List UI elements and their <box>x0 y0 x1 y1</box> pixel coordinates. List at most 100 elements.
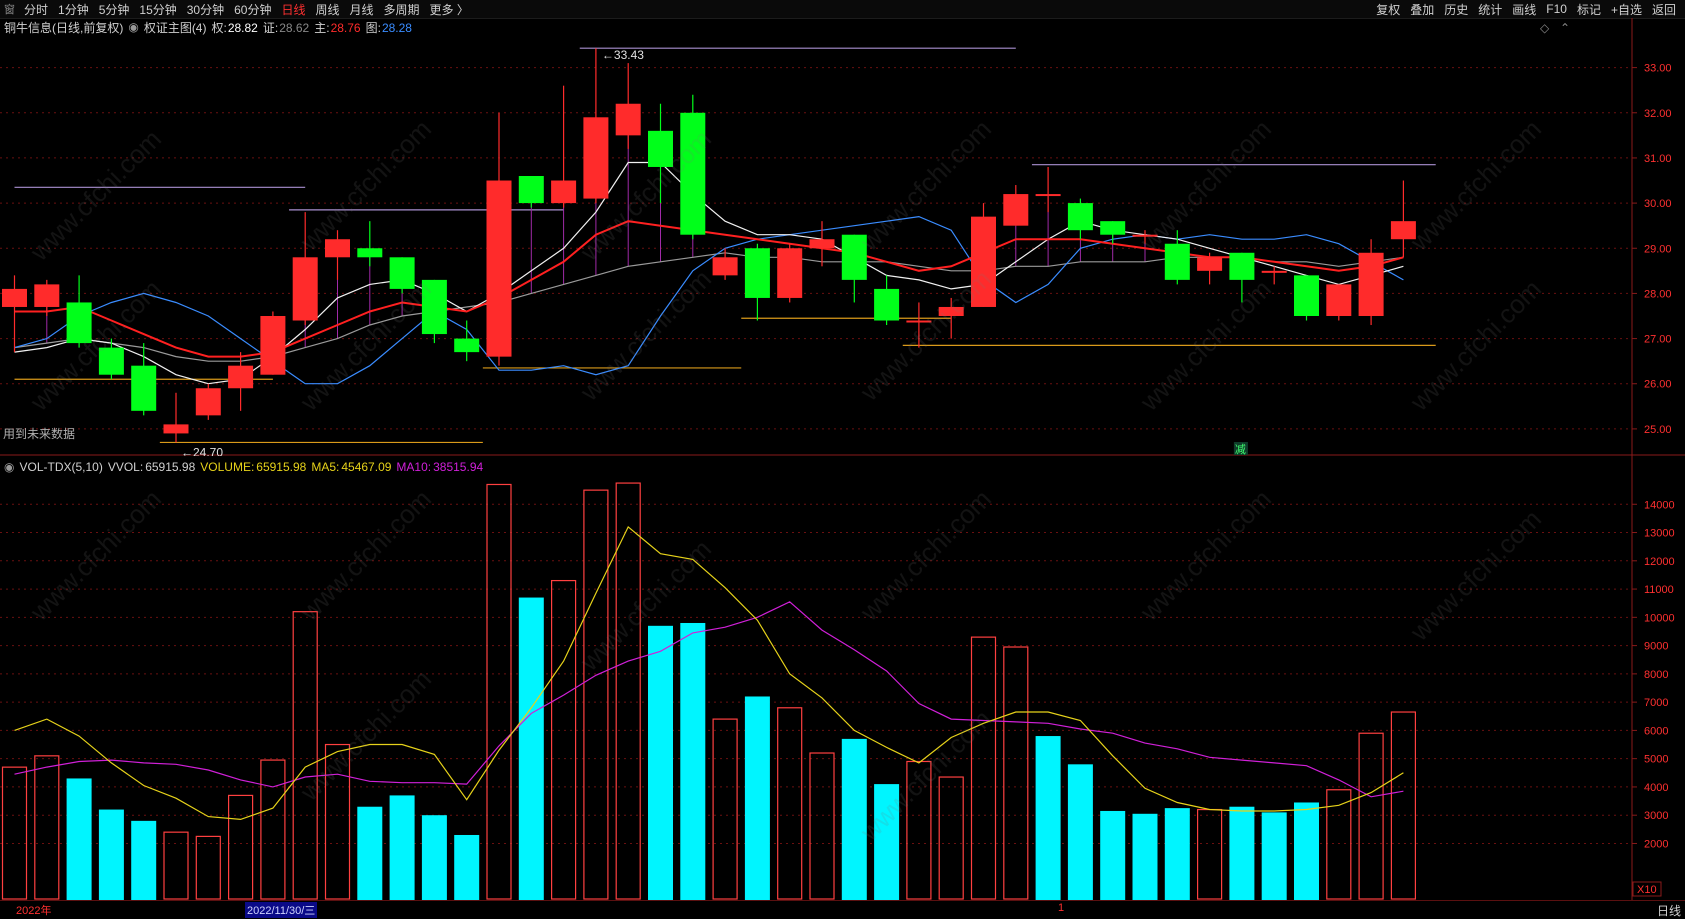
candle-body <box>357 248 383 258</box>
volume-bar <box>1003 646 1029 900</box>
volume-tick-label: 14000 <box>1644 499 1675 511</box>
price-tick-label: 30.00 <box>1644 198 1672 210</box>
candle-body <box>777 248 803 298</box>
candlestick-chart[interactable]: 33.00 32.00 31.00 30.00 29.00 28.00 27.00 26.00… <box>0 18 1685 456</box>
volume-tick-label: 10000 <box>1644 612 1675 624</box>
volume-bar <box>970 636 997 900</box>
period-tab[interactable]: 更多 〉 <box>425 1 474 18</box>
candle-body <box>1003 194 1029 226</box>
volume-bar <box>1067 764 1093 900</box>
volume-tick-label: 4000 <box>1644 782 1668 794</box>
candle-body <box>744 248 770 298</box>
candle-body <box>1390 221 1416 240</box>
candle-body <box>131 365 157 411</box>
toolbar-button[interactable]: 统计 <box>1473 1 1507 18</box>
volume-bar <box>680 622 706 900</box>
period-tab[interactable]: 5分钟 <box>94 1 135 18</box>
candle-body <box>2 288 27 307</box>
volume-tick-label: 12000 <box>1644 556 1675 568</box>
candle-body <box>228 365 254 389</box>
candle-body <box>874 288 900 321</box>
period-tab[interactable]: 日线 <box>276 1 310 18</box>
price-tick-label: 26.00 <box>1644 379 1672 391</box>
candle-body <box>454 338 480 353</box>
candle-body <box>712 257 738 276</box>
candle-body <box>163 424 189 434</box>
volume-bar <box>454 834 480 900</box>
low-price-marker: ←24.70 <box>181 445 223 456</box>
volume-bar <box>1261 812 1287 900</box>
candle-body <box>971 216 996 307</box>
price-tick-label: 31.00 <box>1644 153 1672 165</box>
candle-body <box>615 103 641 136</box>
volume-bar <box>874 784 900 900</box>
toolbar-button[interactable]: F10 <box>1541 2 1572 16</box>
volume-bar <box>1390 711 1417 900</box>
candle-body <box>518 176 544 204</box>
period-tab[interactable]: 30分钟 <box>182 1 229 18</box>
period-tab[interactable]: 1分钟 <box>53 1 94 18</box>
signal-text: 减 <box>1235 443 1246 456</box>
volume-bar <box>518 597 544 900</box>
volume-tick-label: 6000 <box>1644 725 1668 737</box>
volume-bar <box>389 795 415 900</box>
toolbar-button[interactable]: +自选 <box>1606 1 1647 18</box>
volume-bar <box>292 611 318 900</box>
period-tab[interactable]: 15分钟 <box>134 1 181 18</box>
toolbar-button[interactable]: 画线 <box>1507 1 1541 18</box>
volume-bar <box>195 835 221 900</box>
period-tab[interactable]: 周线 <box>310 1 344 18</box>
volume-bar <box>1196 808 1223 900</box>
candle-body <box>1067 203 1093 231</box>
toolbar-button[interactable]: 历史 <box>1439 1 1473 18</box>
volume-bar <box>1100 810 1126 900</box>
period-tab[interactable]: 分时 <box>19 1 53 18</box>
candle-body <box>389 257 415 289</box>
volume-ma10-line <box>14 601 1404 798</box>
candle-body <box>809 239 835 249</box>
time-axis-mark: 1 <box>1058 902 1065 914</box>
candle-body <box>1164 243 1190 280</box>
volume-bar <box>1294 802 1319 900</box>
volume-bar <box>841 738 867 900</box>
volume-bar <box>228 794 254 900</box>
candle-body <box>1261 270 1287 273</box>
volume-bar <box>486 483 512 900</box>
period-tab[interactable]: 月线 <box>345 1 379 18</box>
candle-body <box>841 234 867 280</box>
candle-body <box>486 180 512 357</box>
volume-bar <box>98 809 124 900</box>
candle-body <box>1358 252 1384 316</box>
volume-bar <box>34 755 60 900</box>
toolbar-right-buttons: 复权 叠加 历史 统计 画线 F10 标记 +自选 返回 <box>1371 0 1681 18</box>
candle-body <box>34 284 60 307</box>
volume-bar <box>357 806 383 900</box>
volume-chart[interactable]: 14000 13000 12000 11000 10000 9000 8000 7000 600… <box>0 456 1685 900</box>
period-tab[interactable]: 60分钟 <box>229 1 276 18</box>
volume-bar <box>777 707 803 900</box>
system-menu-icon[interactable]: 窗 <box>0 1 19 17</box>
candle-body <box>98 347 124 375</box>
period-indicator[interactable]: 日线 <box>1657 902 1681 919</box>
candle-body <box>1294 275 1319 316</box>
time-axis: 2022年 2022/11/30/三 1 日线 <box>0 900 1685 919</box>
toolbar-button[interactable]: 复权 <box>1371 1 1405 18</box>
candle-body <box>648 130 673 167</box>
toolbar-button[interactable]: 标记 <box>1572 1 1606 18</box>
toolbar-button[interactable]: 返回 <box>1647 1 1681 18</box>
candle-body <box>260 316 286 375</box>
volume-tick-label: 11000 <box>1644 584 1674 596</box>
future-data-note: 用到未来数据 <box>3 426 75 441</box>
volume-bar <box>131 820 157 900</box>
period-toolbar: 窗 分时 1分钟 5分钟 15分钟 30分钟 60分钟 日线 周线 月线 多周期 更多 〉 复权 叠加… <box>0 0 1685 19</box>
price-tick-label: 25.00 <box>1644 424 1672 436</box>
volume-bar <box>744 696 770 900</box>
candle-body <box>325 239 350 258</box>
time-axis-start: 2022年 <box>16 905 52 917</box>
candle-body <box>1132 234 1158 237</box>
toolbar-button[interactable]: 叠加 <box>1405 1 1439 18</box>
volume-bar <box>421 815 447 900</box>
period-tab[interactable]: 多周期 <box>379 1 425 18</box>
volume-bar <box>938 776 964 900</box>
volume-bar <box>324 743 351 900</box>
